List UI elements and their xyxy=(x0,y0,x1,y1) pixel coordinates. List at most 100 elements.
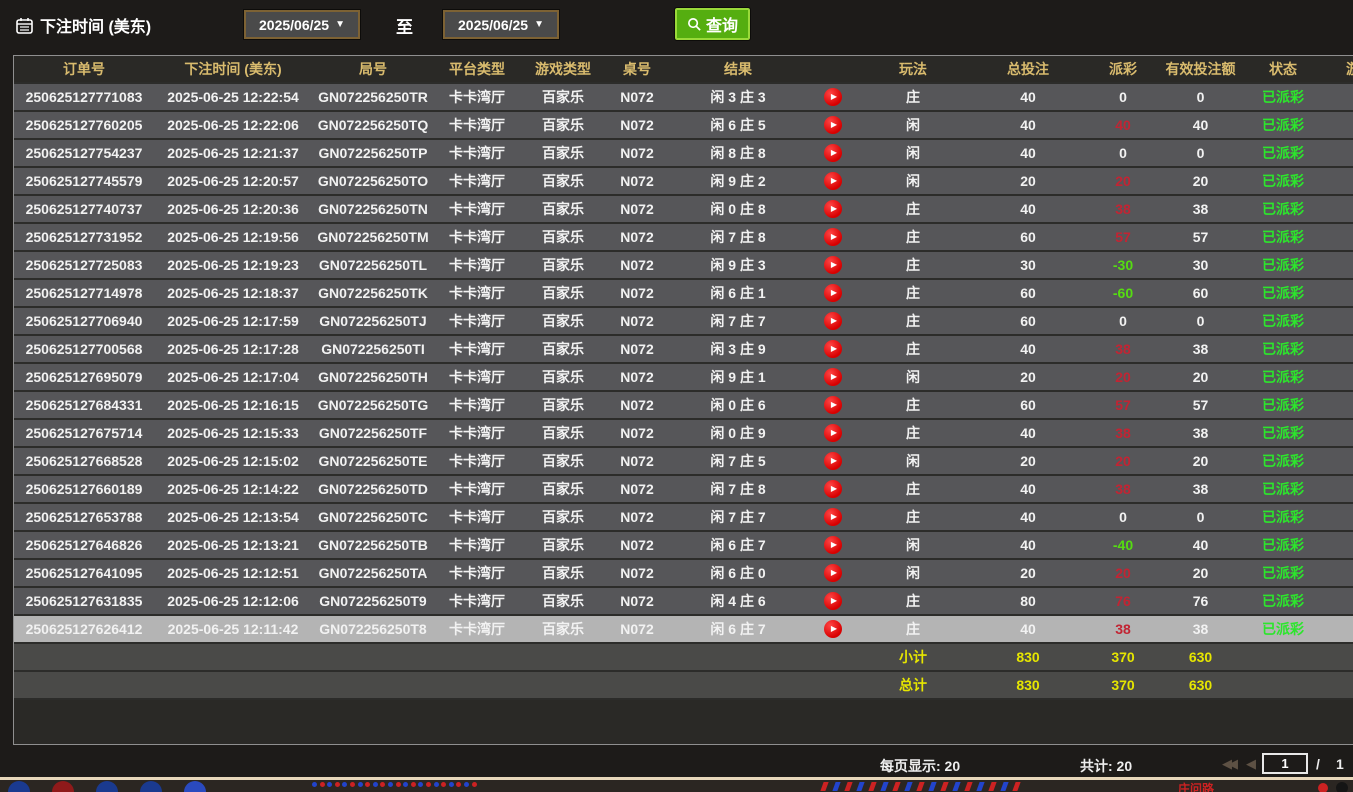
replay-play-icon[interactable]: ▶ xyxy=(824,256,842,274)
cell-status: 已派彩 xyxy=(1243,451,1323,471)
cell-order-no: 250625127675714 xyxy=(14,425,154,441)
partial-logo-icon xyxy=(8,781,30,792)
roadmap-dot-icon xyxy=(335,782,340,787)
first-page-icon[interactable]: ◀◀ xyxy=(1222,756,1234,772)
replay-play-icon[interactable]: ▶ xyxy=(824,88,842,106)
cell-result: 闲 7 庄 8 xyxy=(668,227,808,247)
replay-play-icon[interactable]: ▶ xyxy=(824,396,842,414)
cell-play-type: 庄 xyxy=(858,619,968,639)
replay-play-icon[interactable]: ▶ xyxy=(824,452,842,470)
table-row[interactable]: 250625127631835 2025-06-25 12:12:06 GN07… xyxy=(14,588,1353,616)
roadmap-dot-icon xyxy=(350,782,355,787)
roadmap-dot-icon xyxy=(380,782,385,787)
roadmap-dot-icon xyxy=(365,782,370,787)
cell-replay: ▶ xyxy=(808,200,858,218)
table-row[interactable]: 250625127740737 2025-06-25 12:20:36 GN07… xyxy=(14,196,1353,224)
calendar-icon xyxy=(16,17,33,34)
cell-replay: ▶ xyxy=(808,284,858,302)
background-game-strip: 庄问路 xyxy=(0,780,1353,792)
table-row[interactable]: 250625127714978 2025-06-25 12:18:37 GN07… xyxy=(14,280,1353,308)
date-to-select[interactable]: 2025/06/25 ▼ xyxy=(443,10,559,39)
replay-play-icon[interactable]: ▶ xyxy=(824,312,842,330)
replay-play-icon[interactable]: ▶ xyxy=(824,368,842,386)
cell-table-no: N072 xyxy=(606,173,668,189)
replay-play-icon[interactable]: ▶ xyxy=(824,200,842,218)
table-row[interactable]: 250625127695079 2025-06-25 12:17:04 GN07… xyxy=(14,364,1353,392)
replay-play-icon[interactable]: ▶ xyxy=(824,620,842,638)
cell-replay: ▶ xyxy=(808,396,858,414)
total-label: 总计 xyxy=(858,675,968,695)
replay-play-icon[interactable]: ▶ xyxy=(824,508,842,526)
table-row[interactable]: 250625127745579 2025-06-25 12:20:57 GN07… xyxy=(14,168,1353,196)
cell-round-no: GN072256250T9 xyxy=(312,593,434,609)
replay-play-icon[interactable]: ▶ xyxy=(824,228,842,246)
cell-result: 闲 6 庄 1 xyxy=(668,283,808,303)
table-row[interactable]: 250625127641095 2025-06-25 12:12:51 GN07… xyxy=(14,560,1353,588)
page-number-input[interactable] xyxy=(1262,753,1308,774)
prev-page-icon[interactable]: ◀ xyxy=(1246,756,1256,772)
cell-platform: 卡卡湾厅 xyxy=(434,479,520,499)
cell-platform: 卡卡湾厅 xyxy=(434,115,520,135)
cell-replay: ▶ xyxy=(808,88,858,106)
table-row[interactable]: 250625127675714 2025-06-25 12:15:33 GN07… xyxy=(14,420,1353,448)
cell-round-no: GN072256250TL xyxy=(312,257,434,273)
replay-play-icon[interactable]: ▶ xyxy=(824,116,842,134)
roadmap-tick-icon xyxy=(916,782,924,791)
table-row[interactable]: 250625127725083 2025-06-25 12:19:23 GN07… xyxy=(14,252,1353,280)
cell-table-no: N072 xyxy=(606,369,668,385)
table-row[interactable]: 250625127626412 2025-06-25 12:11:42 GN07… xyxy=(14,616,1353,644)
roadmap-tick-icon xyxy=(904,782,912,791)
replay-play-icon[interactable]: ▶ xyxy=(824,284,842,302)
table-row[interactable]: 250625127668528 2025-06-25 12:15:02 GN07… xyxy=(14,448,1353,476)
per-page-label: 每页显示: 20 xyxy=(880,756,960,776)
replay-play-icon[interactable]: ▶ xyxy=(824,592,842,610)
table-row[interactable]: 250625127653788 2025-06-25 12:13:54 GN07… xyxy=(14,504,1353,532)
table-row[interactable]: 250625127760205 2025-06-25 12:22:06 GN07… xyxy=(14,112,1353,140)
roadmap-dot-icon xyxy=(373,782,378,787)
cell-status: 已派彩 xyxy=(1243,423,1323,443)
cell-table-no: N072 xyxy=(606,397,668,413)
partial-logo-icon xyxy=(140,781,162,792)
replay-play-icon[interactable]: ▶ xyxy=(824,144,842,162)
roadmap-dot-icon xyxy=(426,782,431,787)
replay-play-icon[interactable]: ▶ xyxy=(824,340,842,358)
replay-play-icon[interactable]: ▶ xyxy=(824,480,842,498)
cell-status: 已派彩 xyxy=(1243,311,1323,331)
roadmap-dot-icon xyxy=(411,782,416,787)
table-row[interactable]: 250625127706940 2025-06-25 12:17:59 GN07… xyxy=(14,308,1353,336)
table-row[interactable]: 250625127684331 2025-06-25 12:16:15 GN07… xyxy=(14,392,1353,420)
cell-bet-time: 2025-06-25 12:20:57 xyxy=(154,173,312,189)
table-row[interactable]: 250625127646826 2025-06-25 12:13:21 GN07… xyxy=(14,532,1353,560)
cell-replay: ▶ xyxy=(808,172,858,190)
table-row[interactable]: 250625127660189 2025-06-25 12:14:22 GN07… xyxy=(14,476,1353,504)
pagination-bar: 每页显示: 20 共计: 20 ◀◀ ◀ / 1 xyxy=(0,750,1353,778)
cell-total-bet: 20 xyxy=(968,173,1088,189)
replay-play-icon[interactable]: ▶ xyxy=(824,564,842,582)
cell-platform: 卡卡湾厅 xyxy=(434,199,520,219)
table-row[interactable]: 250625127771083 2025-06-25 12:22:54 GN07… xyxy=(14,84,1353,112)
total-total-bet: 830 xyxy=(968,677,1088,693)
cell-valid-bet: 20 xyxy=(1158,565,1243,581)
search-button[interactable]: 查询 xyxy=(675,8,750,40)
cell-replay: ▶ xyxy=(808,228,858,246)
table-row[interactable]: 250625127700568 2025-06-25 12:17:28 GN07… xyxy=(14,336,1353,364)
replay-play-icon[interactable]: ▶ xyxy=(824,172,842,190)
roadmap-tick-icon xyxy=(820,782,828,791)
cell-game-type: 百家乐 xyxy=(520,87,606,107)
header-result: 结果 xyxy=(668,59,808,79)
partial-logo-icon xyxy=(96,781,118,792)
cell-valid-bet: 38 xyxy=(1158,341,1243,357)
table-row[interactable]: 250625127731952 2025-06-25 12:19:56 GN07… xyxy=(14,224,1353,252)
replay-play-icon[interactable]: ▶ xyxy=(824,424,842,442)
roadmap-tick-icon xyxy=(1000,782,1008,791)
replay-play-icon[interactable]: ▶ xyxy=(824,536,842,554)
roadmap-tick-icon xyxy=(856,782,864,791)
date-from-select[interactable]: 2025/06/25 ▼ xyxy=(244,10,360,39)
cell-status: 已派彩 xyxy=(1243,339,1323,359)
cell-table-no: N072 xyxy=(606,313,668,329)
cell-replay: ▶ xyxy=(808,592,858,610)
cell-order-no: 250625127646826 xyxy=(14,537,154,553)
table-row[interactable]: 250625127754237 2025-06-25 12:21:37 GN07… xyxy=(14,140,1353,168)
cell-game-type: 百家乐 xyxy=(520,563,606,583)
road-ask-text: 庄问路 xyxy=(1178,780,1214,792)
